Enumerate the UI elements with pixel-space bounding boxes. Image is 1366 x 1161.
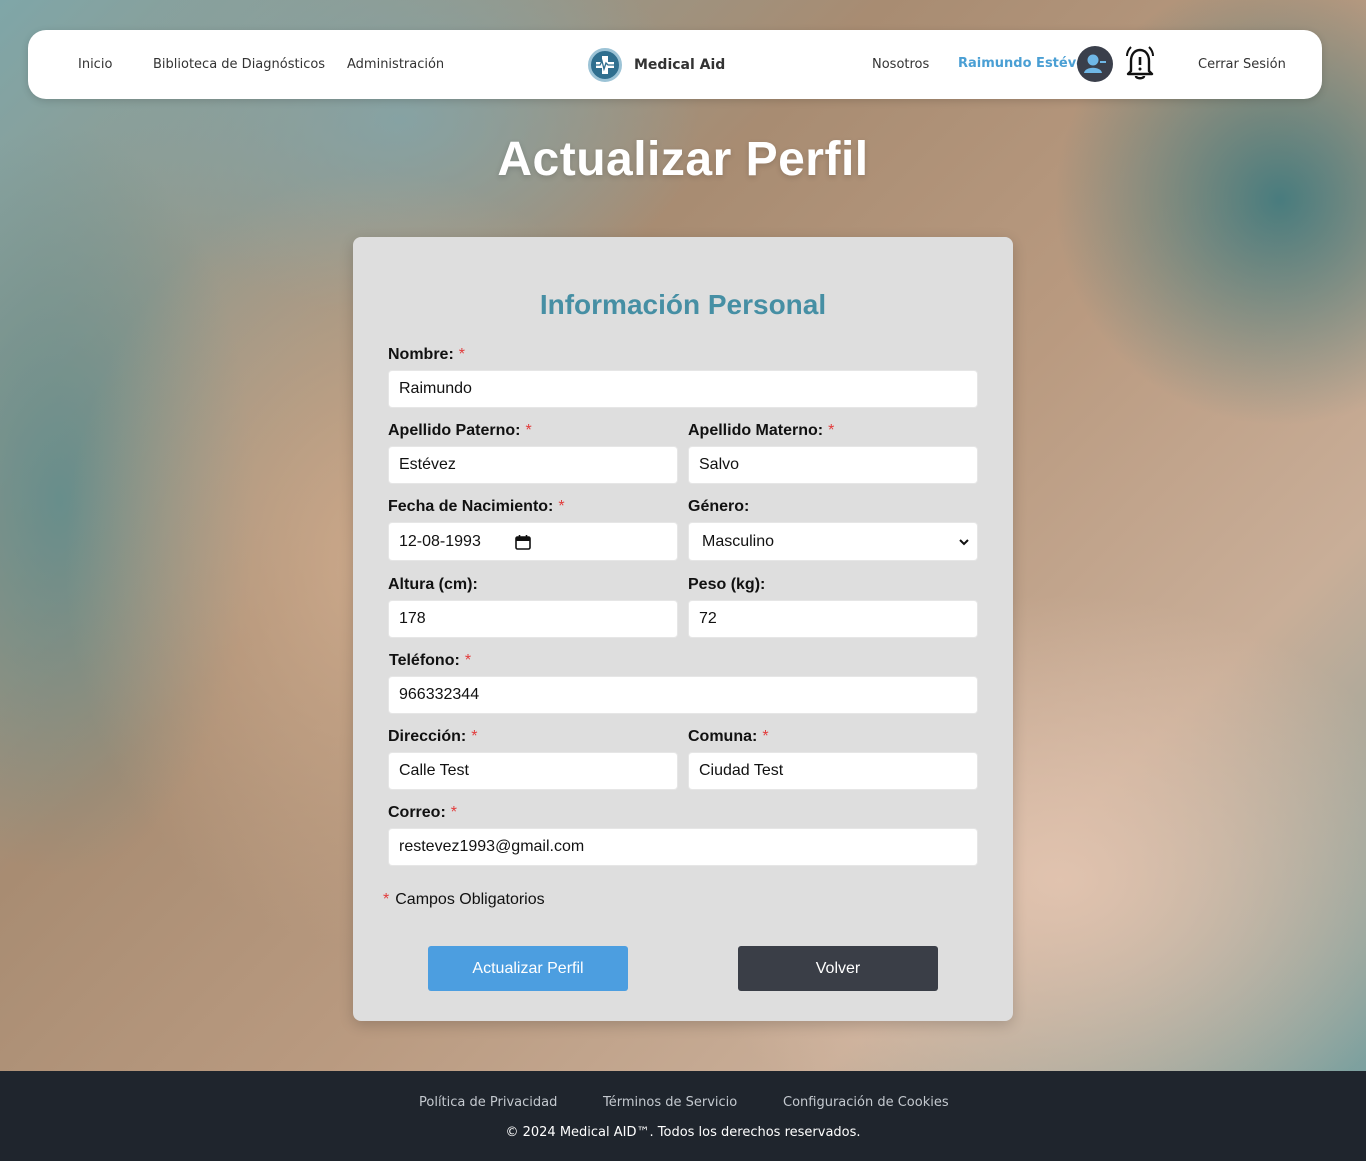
required-mark: * — [471, 728, 478, 745]
brand-name: Medical Aid — [634, 57, 726, 73]
section-title: Información Personal — [539, 289, 827, 320]
direccion-input[interactable]: Calle Test — [388, 752, 678, 790]
user-avatar-icon[interactable] — [1077, 46, 1113, 82]
telefono-input[interactable]: 966332344 — [388, 676, 978, 714]
apellido-materno-input[interactable]: Salvo — [688, 446, 978, 484]
copyright-text: © 2024 Medical AID™. Todos los derechos … — [505, 1125, 861, 1140]
back-button[interactable]: Volver — [738, 946, 938, 991]
genero-value: Masculino — [702, 532, 775, 550]
footer-link-privacidad[interactable]: Política de Privacidad — [419, 1095, 557, 1110]
required-mark: * — [828, 422, 835, 439]
page-title: Actualizar Perfil — [497, 133, 869, 186]
nombre-label: Nombre: * — [388, 346, 466, 363]
correo-input[interactable]: restevez1993@gmail.com — [388, 828, 978, 866]
footer-link-cookies[interactable]: Configuración de Cookies — [783, 1095, 949, 1110]
genero-label: Género: — [688, 498, 750, 515]
nombre-input[interactable]: Raimundo — [388, 370, 978, 408]
peso-input[interactable]: 72 — [688, 600, 978, 638]
nav-link-biblioteca[interactable]: Biblioteca de Diagnósticos — [153, 57, 325, 72]
fecha-nacimiento-value: 12-08-1993 — [399, 532, 481, 550]
altura-label: Altura (cm): — [388, 576, 478, 593]
notification-bell-icon[interactable] — [1122, 44, 1158, 82]
required-mark: * — [525, 422, 532, 439]
calendar-icon[interactable] — [515, 535, 531, 550]
comuna-label: Comuna: * — [688, 728, 769, 745]
update-profile-button[interactable]: Actualizar Perfil — [428, 946, 628, 991]
profile-form-card: Información Personal Nombre: * Raimundo A… — [353, 237, 1013, 1021]
apellido-materno-label: Apellido Materno: * — [688, 422, 835, 439]
correo-label: Correo: * — [388, 804, 458, 821]
required-mark: * — [558, 498, 565, 515]
required-mark: * — [450, 804, 458, 821]
peso-label: Peso (kg): — [688, 576, 766, 593]
footer: Política de Privacidad Términos de Servi… — [0, 1071, 1366, 1161]
direccion-label: Dirección: * — [388, 728, 478, 745]
nav-link-nosotros[interactable]: Nosotros — [872, 57, 929, 72]
required-mark: * — [464, 652, 472, 669]
comuna-input[interactable]: Ciudad Test — [688, 752, 978, 790]
fecha-nacimiento-label: Fecha de Nacimiento: * — [388, 498, 565, 515]
required-mark: * — [458, 346, 466, 363]
fecha-nacimiento-input[interactable]: 12-08-1993 — [388, 522, 678, 561]
genero-select[interactable]: Masculino — [688, 522, 978, 561]
required-mark: * — [762, 728, 769, 745]
top-navbar: Inicio Biblioteca de Diagnósticos Admini… — [28, 30, 1322, 99]
telefono-label: Teléfono: * — [389, 652, 472, 669]
apellido-paterno-label: Apellido Paterno: * — [388, 422, 532, 439]
medical-logo-icon — [588, 48, 622, 82]
apellido-paterno-input[interactable]: Estévez — [388, 446, 678, 484]
required-mark: * — [383, 891, 390, 908]
required-fields-note: * Campos Obligatorios — [383, 891, 545, 908]
nav-link-administracion[interactable]: Administración — [347, 57, 444, 72]
footer-link-terminos[interactable]: Términos de Servicio — [603, 1095, 737, 1110]
chevron-down-icon — [959, 539, 969, 546]
brand[interactable]: Medical Aid — [588, 47, 725, 83]
user-name-link[interactable]: Raimundo Estévez — [958, 56, 1093, 71]
altura-input[interactable]: 178 — [388, 600, 678, 638]
logout-link[interactable]: Cerrar Sesión — [1198, 57, 1286, 72]
nav-link-inicio[interactable]: Inicio — [78, 57, 112, 72]
